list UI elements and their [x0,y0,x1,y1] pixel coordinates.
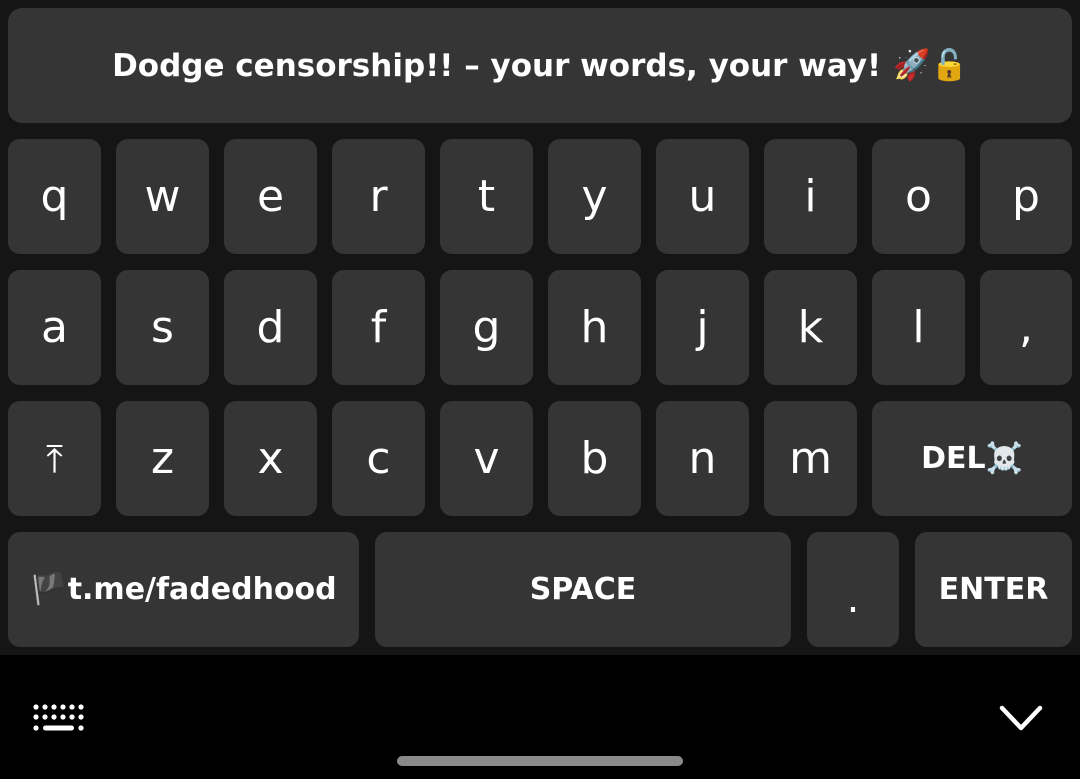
key-label: t [477,170,496,222]
key-comma[interactable]: , [980,270,1072,385]
key-k[interactable]: k [764,270,857,385]
key-label: r [369,170,388,222]
key-r[interactable]: r [332,139,425,254]
key-b[interactable]: b [548,401,641,516]
key-label: f [370,301,387,353]
key-label: w [144,170,181,222]
key-j[interactable]: j [656,270,749,385]
space-label: SPACE [529,572,637,607]
key-label: a [41,301,68,353]
key-g[interactable]: g [440,270,533,385]
key-label: y [581,170,608,222]
key-label: s [151,301,174,353]
key-label: , [1019,301,1033,353]
key-label: v [473,432,500,484]
key-label: o [905,170,932,222]
delete-label: DEL☠️ [921,441,1023,476]
enter-key[interactable]: ENTER [915,532,1072,647]
key-label: u [688,170,717,222]
banner-message[interactable]: Dodge censorship!! – your words, your wa… [8,8,1072,123]
key-y[interactable]: y [548,139,641,254]
key-label: i [804,170,817,222]
delete-key[interactable]: DEL☠️ [872,401,1072,516]
key-label: c [366,432,391,484]
key-e[interactable]: e [224,139,317,254]
key-x[interactable]: x [224,401,317,516]
key-z[interactable]: z [116,401,209,516]
key-label: p [1012,170,1040,222]
key-i[interactable]: i [764,139,857,254]
space-key[interactable]: SPACE [375,532,791,647]
banner-text: Dodge censorship!! – your words, your wa… [112,47,882,84]
key-f[interactable]: f [332,270,425,385]
period-key[interactable]: . [807,532,899,647]
key-a[interactable]: a [8,270,101,385]
key-label: n [688,432,717,484]
key-o[interactable]: o [872,139,965,254]
key-m[interactable]: m [764,401,857,516]
key-d[interactable]: d [224,270,317,385]
key-s[interactable]: s [116,270,209,385]
chevron-down-icon[interactable] [996,700,1046,736]
key-l[interactable]: l [872,270,965,385]
keyboard: Dodge censorship!! – your words, your wa… [0,0,1080,655]
home-indicator[interactable] [397,756,683,766]
rocket-lock-emoji: 🚀🔓 [893,48,968,83]
key-label: z [150,432,175,484]
key-h[interactable]: h [548,270,641,385]
key-label: q [40,170,69,222]
enter-label: ENTER [938,572,1049,607]
link-key[interactable]: 🏴t.me/fadedhood [8,532,359,647]
key-label: g [472,301,501,353]
shift-key[interactable]: ⤒ [8,401,101,516]
key-p[interactable]: p [980,139,1072,254]
key-label: x [257,432,284,484]
key-v[interactable]: v [440,401,533,516]
key-label: b [580,432,609,484]
link-label: 🏴t.me/fadedhood [30,572,337,607]
shift-icon: ⤒ [46,436,63,481]
keyboard-icon[interactable] [32,703,88,735]
key-label: e [256,170,285,222]
key-label: h [580,301,609,353]
key-label: m [789,432,832,484]
key-w[interactable]: w [116,139,209,254]
key-q[interactable]: q [8,139,101,254]
key-label: . [846,575,860,622]
key-label: k [797,301,824,353]
key-label: j [696,301,709,353]
key-label: d [256,301,285,353]
key-c[interactable]: c [332,401,425,516]
key-n[interactable]: n [656,401,749,516]
key-u[interactable]: u [656,139,749,254]
key-t[interactable]: t [440,139,533,254]
key-label: l [912,301,925,353]
